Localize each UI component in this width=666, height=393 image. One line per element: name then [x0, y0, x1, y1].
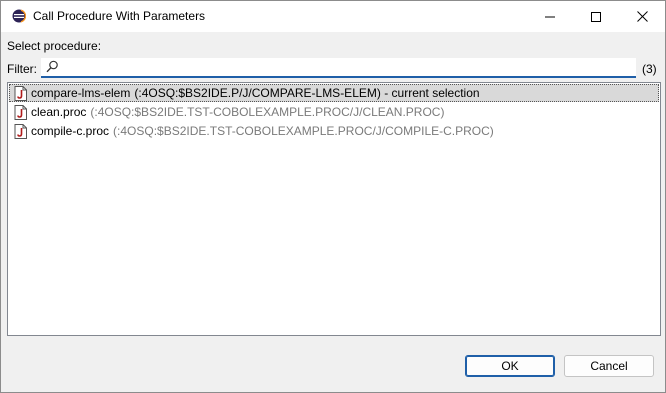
- procedure-name: compare-lms-elem: [31, 86, 131, 100]
- list-item[interactable]: clean.proc (:4OSQ:$BS2IDE.TST-COBOLEXAMP…: [9, 103, 659, 121]
- maximize-button[interactable]: [573, 1, 619, 32]
- filter-field[interactable]: [41, 58, 636, 78]
- cancel-button[interactable]: Cancel: [564, 355, 654, 377]
- minimize-button[interactable]: [527, 1, 573, 32]
- minimize-icon: [545, 12, 555, 22]
- procedure-list[interactable]: compare-lms-elem (:4OSQ:$BS2IDE.P/J/COMP…: [7, 82, 661, 336]
- procedure-file-icon: [14, 85, 27, 101]
- close-button[interactable]: [619, 1, 665, 32]
- procedure-qualifier: (:4OSQ:$BS2IDE.TST-COBOLEXAMPLE.PROC/J/C…: [90, 105, 445, 119]
- dialog-window: Call Procedure With Parameters Select pr…: [0, 0, 666, 393]
- procedure-qualifier: (:4OSQ:$BS2IDE.TST-COBOLEXAMPLE.PROC/J/C…: [113, 124, 494, 138]
- filter-label: Filter:: [7, 62, 37, 76]
- filter-input[interactable]: [63, 58, 633, 76]
- procedure-file-icon: [14, 123, 27, 139]
- result-count: (3): [642, 62, 657, 76]
- procedure-name: compile-c.proc: [31, 124, 110, 138]
- maximize-icon: [591, 11, 601, 22]
- window-title: Call Procedure With Parameters: [33, 9, 206, 23]
- procedure-file-icon: [14, 104, 27, 120]
- select-procedure-label: Select procedure:: [7, 39, 102, 53]
- ok-button[interactable]: OK: [465, 355, 555, 377]
- list-item[interactable]: compile-c.proc (:4OSQ:$BS2IDE.TST-COBOLE…: [9, 122, 659, 140]
- procedure-qualifier: (:4OSQ:$BS2IDE.P/J/COMPARE-LMS-ELEM) - c…: [134, 86, 480, 100]
- close-icon: [636, 11, 648, 22]
- eclipse-icon: [12, 9, 27, 23]
- procedure-name: clean.proc: [31, 105, 87, 119]
- title-bar[interactable]: Call Procedure With Parameters: [1, 1, 665, 32]
- list-item[interactable]: compare-lms-elem (:4OSQ:$BS2IDE.P/J/COMP…: [9, 84, 659, 102]
- search-icon: [46, 60, 59, 73]
